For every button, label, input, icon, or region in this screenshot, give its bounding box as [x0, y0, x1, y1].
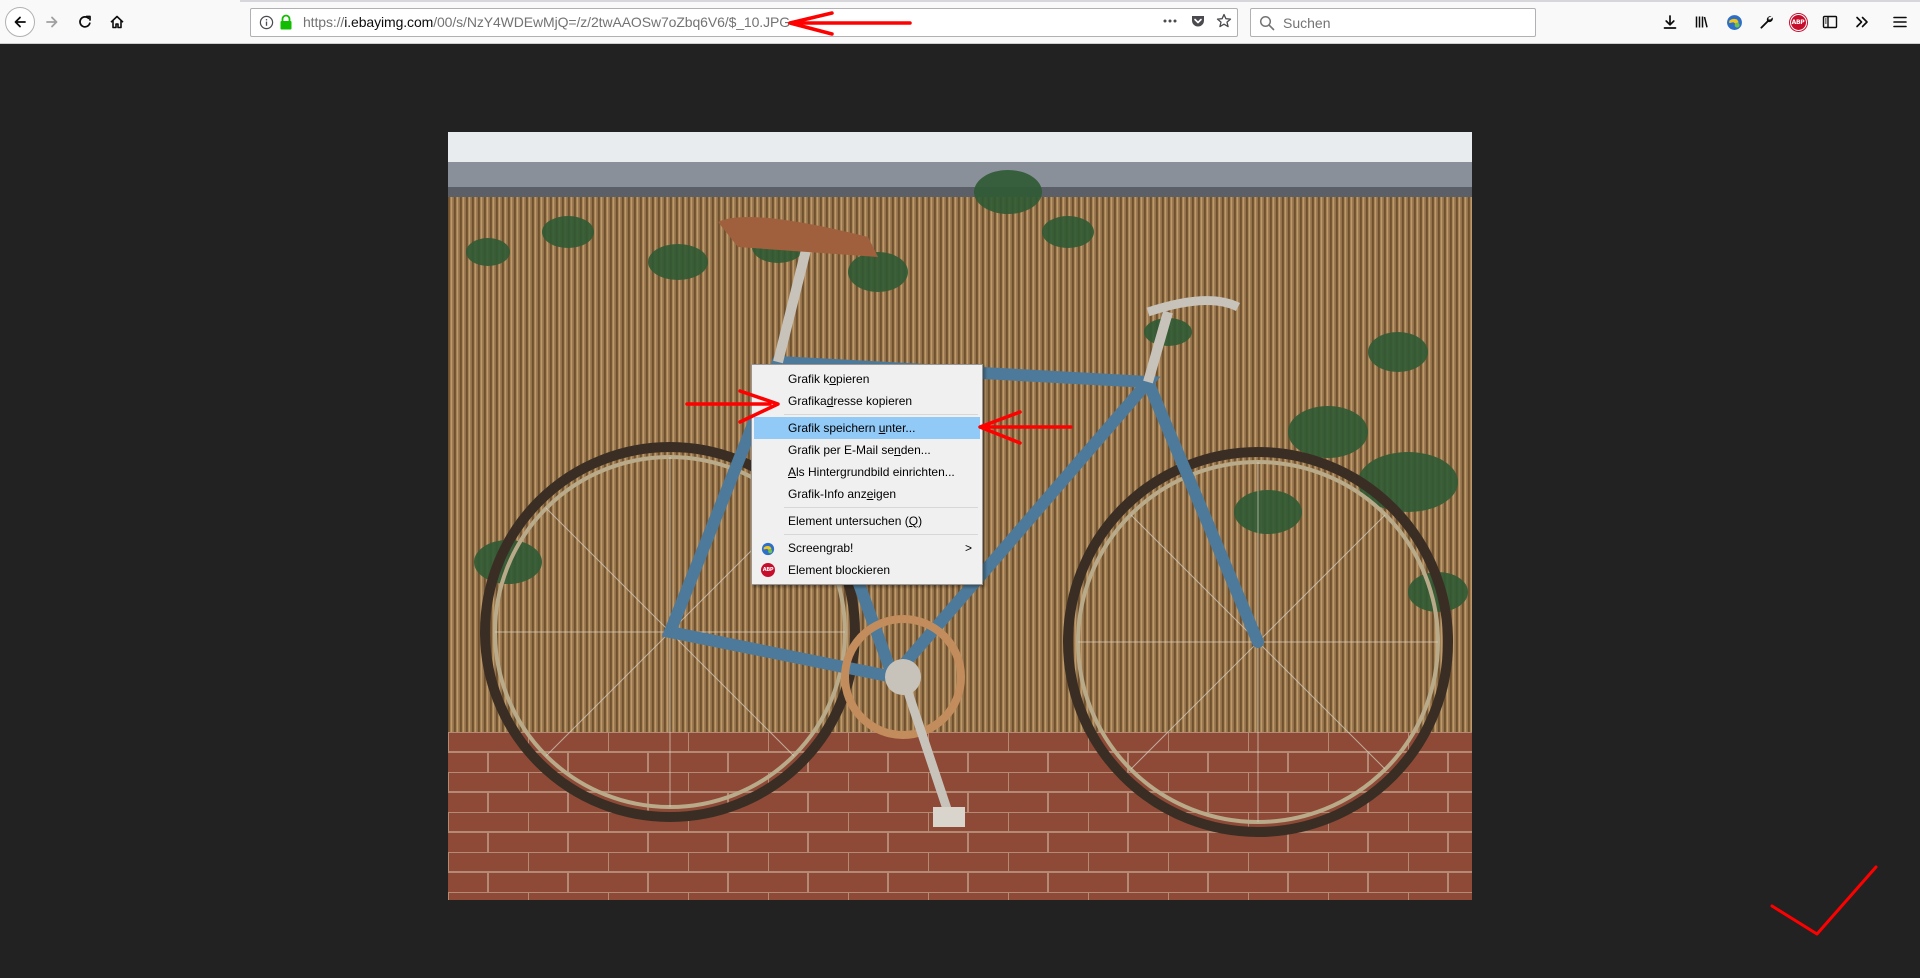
- menu-item-block-element[interactable]: ABP Element blockieren: [754, 559, 980, 581]
- menu-item-set-desktop-background[interactable]: Als Hintergrundbild einrichten...: [754, 461, 980, 483]
- menu-item-copy-image-address[interactable]: Grafikadresse kopieren: [754, 390, 980, 412]
- url-text[interactable]: https://i.ebayimg.com/00/s/NzY4WDEwMjQ=/…: [303, 9, 790, 36]
- search-bar[interactable]: [1250, 8, 1536, 37]
- forward-arrow-icon: [44, 14, 60, 30]
- overflow-button[interactable]: [1846, 6, 1878, 38]
- loading-indicator: [240, 0, 1920, 2]
- abp-icon: ABP: [761, 563, 775, 577]
- library-button[interactable]: [1686, 6, 1718, 38]
- menu-button[interactable]: [1884, 6, 1916, 38]
- abp-badge-text: ABP: [1791, 18, 1805, 26]
- url-scheme: https://: [303, 14, 345, 30]
- submenu-arrow-icon: >: [964, 541, 972, 555]
- search-input[interactable]: [1281, 10, 1531, 35]
- url-bar[interactable]: https://i.ebayimg.com/00/s/NzY4WDEwMjQ=/…: [250, 8, 1238, 37]
- reload-button[interactable]: [69, 6, 101, 38]
- page-actions-icon[interactable]: [1159, 13, 1181, 34]
- menu-separator: [784, 534, 978, 535]
- url-host: i.ebayimg.com: [344, 14, 434, 30]
- tools-button[interactable]: [1750, 6, 1782, 38]
- downloads-button[interactable]: [1654, 6, 1686, 38]
- info-icon[interactable]: [259, 15, 274, 35]
- menu-item-view-image-info[interactable]: Grafik-Info anzeigen: [754, 483, 980, 505]
- home-icon: [109, 14, 125, 30]
- abp-badge-text: ABP: [762, 567, 774, 573]
- library-icon: [1694, 14, 1710, 30]
- browser-toolbar: https://i.ebayimg.com/00/s/NzY4WDEwMjQ=/…: [0, 0, 1920, 44]
- wrench-icon: [1758, 14, 1774, 30]
- menu-item-screengrab[interactable]: Screengrab! >: [754, 537, 980, 559]
- reload-icon: [77, 14, 93, 30]
- star-icon[interactable]: [1211, 13, 1237, 34]
- adblock-button[interactable]: ABP: [1782, 6, 1814, 38]
- pocket-icon[interactable]: [1185, 13, 1211, 34]
- overflow-chevrons-icon: [1854, 14, 1870, 30]
- hamburger-menu-icon: [1892, 14, 1908, 30]
- screengrab-icon: [1726, 14, 1743, 31]
- download-icon: [1662, 14, 1678, 30]
- abp-icon: ABP: [1789, 13, 1807, 31]
- back-button[interactable]: [4, 6, 36, 38]
- menu-separator: [784, 414, 978, 415]
- menu-item-email-image[interactable]: Grafik per E-Mail senden...: [754, 439, 980, 461]
- back-arrow-icon: [5, 7, 35, 37]
- context-menu: Grafik kopieren Grafikadresse kopieren G…: [751, 364, 983, 585]
- menu-item-save-image-as[interactable]: Grafik speichern unter...: [754, 417, 980, 439]
- search-icon: [1259, 15, 1275, 36]
- sidebar-icon: [1822, 14, 1838, 30]
- forward-button[interactable]: [36, 6, 68, 38]
- lock-icon[interactable]: [279, 14, 293, 36]
- sidebar-button[interactable]: [1814, 6, 1846, 38]
- url-path: /00/s/NzY4WDEwMjQ=/z/2twAAOSw7oZbq6V6/$_…: [433, 14, 791, 30]
- menu-separator: [784, 507, 978, 508]
- menu-item-copy-image[interactable]: Grafik kopieren: [754, 368, 980, 390]
- home-button[interactable]: [101, 6, 133, 38]
- screengrab-button[interactable]: [1718, 6, 1750, 38]
- menu-item-inspect-element[interactable]: Element untersuchen (Q): [754, 510, 980, 532]
